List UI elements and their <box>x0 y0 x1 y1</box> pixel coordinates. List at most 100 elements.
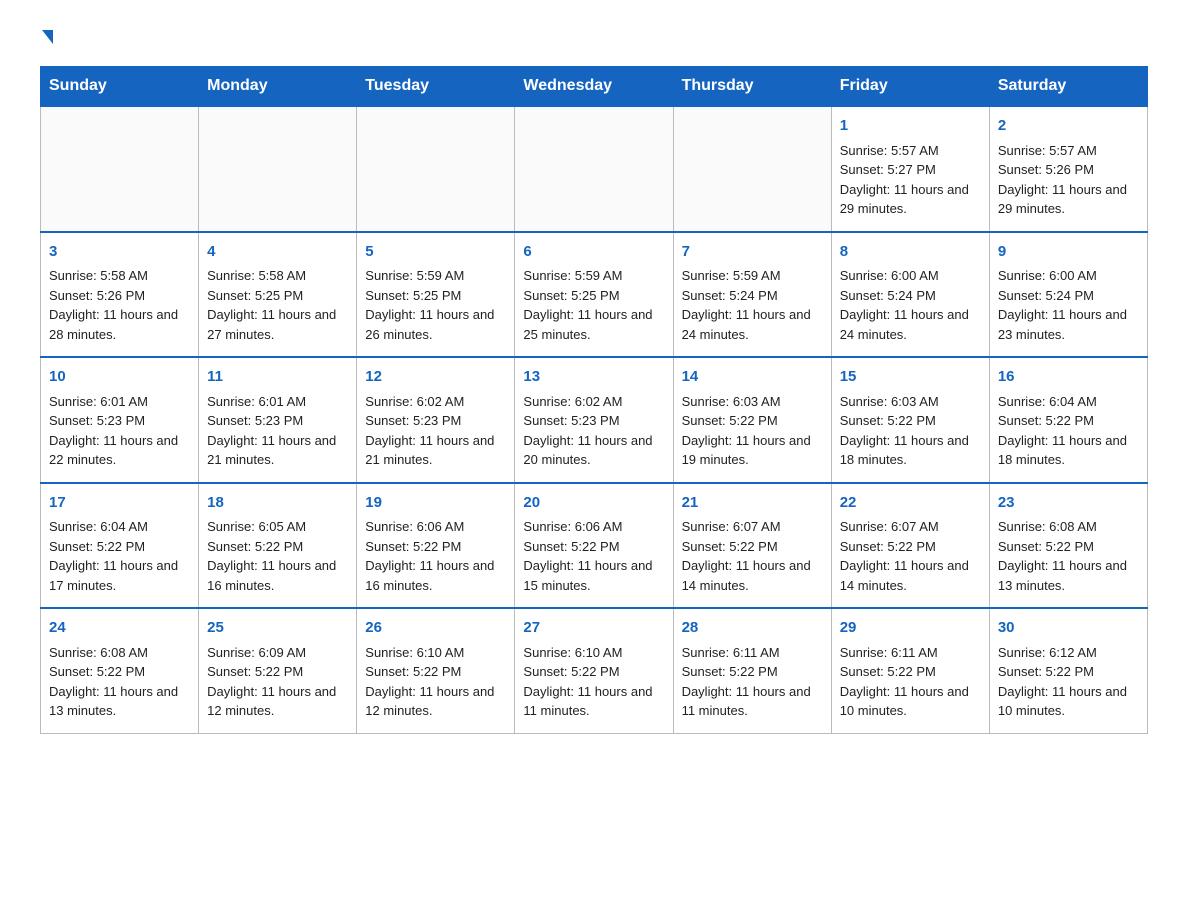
sunset-text: Sunset: 5:22 PM <box>523 662 664 682</box>
logo-triangle-icon <box>42 30 53 44</box>
daylight-text: Daylight: 11 hours and 11 minutes. <box>682 682 823 721</box>
sunset-text: Sunset: 5:22 PM <box>840 411 981 431</box>
weekday-header-wednesday: Wednesday <box>515 67 673 107</box>
day-number: 5 <box>365 241 506 264</box>
sunset-text: Sunset: 5:22 PM <box>840 537 981 557</box>
daylight-text: Daylight: 11 hours and 26 minutes. <box>365 305 506 344</box>
sunrise-text: Sunrise: 6:06 AM <box>365 517 506 537</box>
day-number: 27 <box>523 617 664 640</box>
daylight-text: Daylight: 11 hours and 21 minutes. <box>365 431 506 470</box>
weekday-header-tuesday: Tuesday <box>357 67 515 107</box>
daylight-text: Daylight: 11 hours and 11 minutes. <box>523 682 664 721</box>
sunset-text: Sunset: 5:23 PM <box>523 411 664 431</box>
calendar-cell <box>357 106 515 232</box>
sunset-text: Sunset: 5:22 PM <box>998 537 1139 557</box>
daylight-text: Daylight: 11 hours and 19 minutes. <box>682 431 823 470</box>
daylight-text: Daylight: 11 hours and 22 minutes. <box>49 431 190 470</box>
day-number: 15 <box>840 366 981 389</box>
daylight-text: Daylight: 11 hours and 12 minutes. <box>207 682 348 721</box>
calendar-cell: 8Sunrise: 6:00 AMSunset: 5:24 PMDaylight… <box>831 232 989 358</box>
daylight-text: Daylight: 11 hours and 10 minutes. <box>998 682 1139 721</box>
calendar-cell: 4Sunrise: 5:58 AMSunset: 5:25 PMDaylight… <box>199 232 357 358</box>
day-number: 8 <box>840 241 981 264</box>
daylight-text: Daylight: 11 hours and 18 minutes. <box>840 431 981 470</box>
sunset-text: Sunset: 5:22 PM <box>998 662 1139 682</box>
calendar-cell: 25Sunrise: 6:09 AMSunset: 5:22 PMDayligh… <box>199 608 357 733</box>
sunrise-text: Sunrise: 6:07 AM <box>682 517 823 537</box>
calendar-cell: 20Sunrise: 6:06 AMSunset: 5:22 PMDayligh… <box>515 483 673 609</box>
daylight-text: Daylight: 11 hours and 20 minutes. <box>523 431 664 470</box>
sunrise-text: Sunrise: 6:05 AM <box>207 517 348 537</box>
sunrise-text: Sunrise: 6:02 AM <box>523 392 664 412</box>
calendar-cell: 18Sunrise: 6:05 AMSunset: 5:22 PMDayligh… <box>199 483 357 609</box>
daylight-text: Daylight: 11 hours and 21 minutes. <box>207 431 348 470</box>
day-number: 9 <box>998 241 1139 264</box>
calendar-cell <box>199 106 357 232</box>
sunrise-text: Sunrise: 6:09 AM <box>207 643 348 663</box>
calendar-cell: 26Sunrise: 6:10 AMSunset: 5:22 PMDayligh… <box>357 608 515 733</box>
sunrise-text: Sunrise: 6:12 AM <box>998 643 1139 663</box>
sunrise-text: Sunrise: 6:10 AM <box>365 643 506 663</box>
sunrise-text: Sunrise: 6:00 AM <box>998 266 1139 286</box>
page-header <box>40 30 1148 46</box>
calendar-header-row: SundayMondayTuesdayWednesdayThursdayFrid… <box>41 67 1148 107</box>
sunrise-text: Sunrise: 5:58 AM <box>207 266 348 286</box>
sunrise-text: Sunrise: 5:59 AM <box>682 266 823 286</box>
sunrise-text: Sunrise: 5:57 AM <box>998 141 1139 161</box>
day-number: 22 <box>840 492 981 515</box>
sunset-text: Sunset: 5:27 PM <box>840 160 981 180</box>
calendar-cell: 28Sunrise: 6:11 AMSunset: 5:22 PMDayligh… <box>673 608 831 733</box>
calendar-week-row: 17Sunrise: 6:04 AMSunset: 5:22 PMDayligh… <box>41 483 1148 609</box>
sunset-text: Sunset: 5:22 PM <box>207 662 348 682</box>
calendar-cell: 27 Sunrise: 6:10 AMSunset: 5:22 PMDayligh… <box>515 608 673 733</box>
sunrise-text: Sunrise: 5:58 AM <box>49 266 190 286</box>
sunset-text: Sunset: 5:22 PM <box>523 537 664 557</box>
sunset-text: Sunset: 5:22 PM <box>49 662 190 682</box>
sunrise-text: Sunrise: 6:04 AM <box>49 517 190 537</box>
daylight-text: Daylight: 11 hours and 17 minutes. <box>49 556 190 595</box>
daylight-text: Daylight: 11 hours and 13 minutes. <box>49 682 190 721</box>
calendar-cell: 23Sunrise: 6:08 AMSunset: 5:22 PMDayligh… <box>989 483 1147 609</box>
sunrise-text: Sunrise: 5:59 AM <box>523 266 664 286</box>
sunrise-text: Sunrise: 6:01 AM <box>207 392 348 412</box>
sunset-text: Sunset: 5:22 PM <box>207 537 348 557</box>
day-number: 4 <box>207 241 348 264</box>
day-number: 23 <box>998 492 1139 515</box>
day-number: 12 <box>365 366 506 389</box>
sunrise-text: Sunrise: 6:00 AM <box>840 266 981 286</box>
sunset-text: Sunset: 5:26 PM <box>998 160 1139 180</box>
calendar-cell: 5Sunrise: 5:59 AMSunset: 5:25 PMDaylight… <box>357 232 515 358</box>
daylight-text: Daylight: 11 hours and 23 minutes. <box>998 305 1139 344</box>
sunrise-text: Sunrise: 6:08 AM <box>49 643 190 663</box>
sunrise-text: Sunrise: 6:03 AM <box>682 392 823 412</box>
daylight-text: Daylight: 11 hours and 29 minutes. <box>998 180 1139 219</box>
daylight-text: Daylight: 11 hours and 29 minutes. <box>840 180 981 219</box>
calendar-cell: 9Sunrise: 6:00 AMSunset: 5:24 PMDaylight… <box>989 232 1147 358</box>
day-number: 26 <box>365 617 506 640</box>
daylight-text: Daylight: 11 hours and 10 minutes. <box>840 682 981 721</box>
weekday-header-saturday: Saturday <box>989 67 1147 107</box>
sunset-text: Sunset: 5:22 PM <box>365 537 506 557</box>
sunset-text: Sunset: 5:24 PM <box>998 286 1139 306</box>
sunset-text: Sunset: 5:22 PM <box>682 662 823 682</box>
sunset-text: Sunset: 5:25 PM <box>365 286 506 306</box>
sunset-text: Sunset: 5:22 PM <box>49 537 190 557</box>
weekday-header-sunday: Sunday <box>41 67 199 107</box>
calendar-cell: 13Sunrise: 6:02 AMSunset: 5:23 PMDayligh… <box>515 357 673 483</box>
calendar-cell: 29Sunrise: 6:11 AMSunset: 5:22 PMDayligh… <box>831 608 989 733</box>
day-number: 24 <box>49 617 190 640</box>
sunrise-text: Sunrise: 6:07 AM <box>840 517 981 537</box>
daylight-text: Daylight: 11 hours and 16 minutes. <box>207 556 348 595</box>
day-number: 10 <box>49 366 190 389</box>
sunrise-text: Sunrise: 6:02 AM <box>365 392 506 412</box>
calendar-cell: 6Sunrise: 5:59 AMSunset: 5:25 PMDaylight… <box>515 232 673 358</box>
sunset-text: Sunset: 5:25 PM <box>523 286 664 306</box>
calendar-cell: 19Sunrise: 6:06 AMSunset: 5:22 PMDayligh… <box>357 483 515 609</box>
calendar-cell: 22Sunrise: 6:07 AMSunset: 5:22 PMDayligh… <box>831 483 989 609</box>
sunrise-text: Sunrise: 6:10 AM <box>523 643 664 663</box>
day-number: 3 <box>49 241 190 264</box>
day-number: 2 <box>998 115 1139 138</box>
daylight-text: Daylight: 11 hours and 16 minutes. <box>365 556 506 595</box>
day-number: 29 <box>840 617 981 640</box>
calendar-cell: 7Sunrise: 5:59 AMSunset: 5:24 PMDaylight… <box>673 232 831 358</box>
